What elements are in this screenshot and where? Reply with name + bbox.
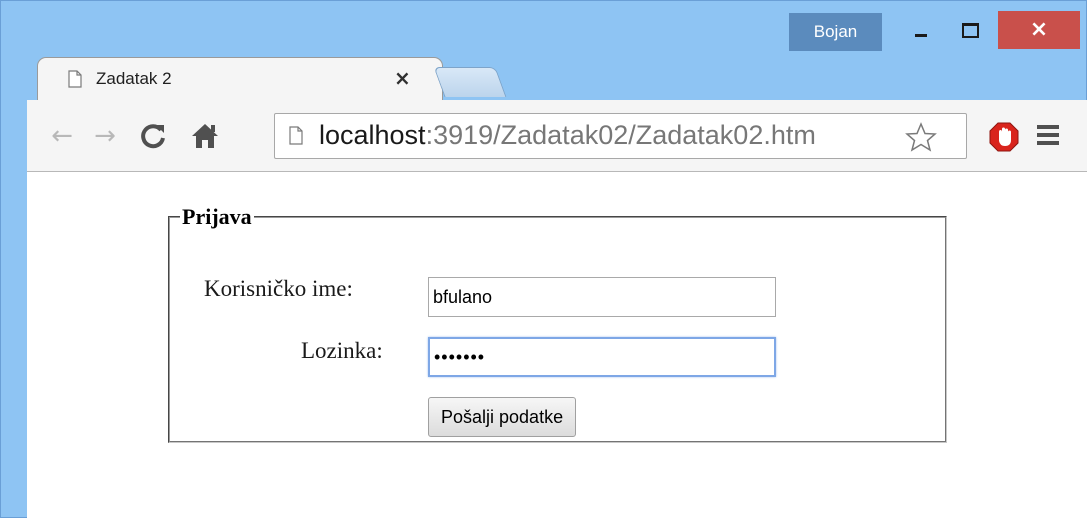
url-text[interactable]: localhost:3919/Zadatak02/Zadatak02.htm (319, 120, 897, 151)
username-label: Korisničko ime: (204, 276, 353, 301)
toolbar: ← → localhost:3919/Zadatak02/Zadatak02.h… (27, 100, 1087, 172)
username-input[interactable] (428, 277, 776, 317)
tab-title: Zadatak 2 (96, 69, 172, 88)
reload-icon[interactable] (135, 120, 171, 152)
submit-button[interactable]: Pošalji podatke (428, 397, 577, 437)
address-bar[interactable]: localhost:3919/Zadatak02/Zadatak02.htm (274, 113, 967, 159)
bookmark-star-icon[interactable] (905, 122, 937, 152)
page-icon (289, 126, 303, 145)
close-icon: × (1029, 17, 1049, 42)
page-content: Prijava Korisničko ime: Lozinka: Pošalji… (27, 172, 1087, 518)
new-tab-button[interactable] (433, 67, 507, 97)
forward-arrow-icon[interactable]: → (90, 120, 120, 152)
password-input[interactable] (428, 337, 776, 377)
close-window-button[interactable]: × (998, 11, 1080, 49)
password-label: Lozinka: (301, 338, 383, 363)
menu-icon[interactable] (1037, 125, 1059, 147)
maximize-button[interactable] (947, 11, 993, 49)
tab-close-icon[interactable]: × (394, 66, 411, 90)
back-arrow-icon[interactable]: ← (47, 120, 77, 152)
minimize-button[interactable] (898, 11, 944, 49)
tab-zadatak-2[interactable]: Zadatak 2 × (37, 57, 443, 101)
profile-name: Bojan (813, 22, 858, 41)
url-path: :3919/Zadatak02/Zadatak02.htm (425, 120, 816, 150)
adblock-stop-icon[interactable] (989, 122, 1019, 152)
url-host: localhost (319, 120, 426, 150)
fieldset-legend: Prijava (182, 204, 252, 229)
profile-button[interactable]: Bojan (789, 13, 882, 51)
login-fieldset: Prijava Korisničko ime: Lozinka: Pošalji… (168, 204, 947, 443)
page-icon (68, 70, 82, 88)
minimize-icon (915, 33, 927, 37)
browser-window: Bojan × Zadatak 2 × ← → localhost:3919/Z… (0, 0, 1087, 518)
home-icon[interactable] (187, 120, 223, 152)
maximize-icon (961, 22, 979, 38)
